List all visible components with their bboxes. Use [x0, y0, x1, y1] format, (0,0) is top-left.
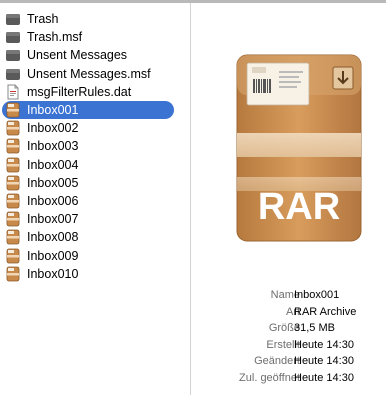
file-name: Inbox006 — [27, 194, 79, 208]
rar-archive-icon — [5, 102, 21, 118]
document-icon — [5, 84, 21, 100]
rar-archive-large-icon: RAR — [236, 54, 362, 242]
file-name: Inbox010 — [27, 266, 79, 281]
folder-icon — [5, 11, 21, 27]
rar-archive-icon — [5, 157, 21, 173]
file-name: Inbox003 — [27, 139, 79, 154]
info-value: Heute 14:30 — [294, 371, 354, 384]
file-name: Unsent Messages — [27, 48, 128, 63]
info-row: Geändert Heute 14:30 — [191, 355, 386, 371]
file-row[interactable]: Inbox007 — [0, 210, 176, 228]
folder-icon — [5, 29, 21, 45]
file-list-column[interactable]: Trash Trash.msf Unsent Messages Unsent Mess… — [0, 3, 190, 395]
rar-archive-icon — [5, 138, 21, 154]
file-row[interactable]: Inbox005 — [0, 174, 176, 192]
rar-archive-icon — [5, 248, 21, 264]
file-row[interactable]: Inbox002 — [0, 119, 176, 137]
folder-icon — [5, 66, 21, 82]
file-name: Trash.msf — [27, 30, 83, 45]
rar-label: RAR — [258, 186, 340, 228]
rar-archive-icon — [5, 266, 21, 282]
file-row[interactable]: Inbox003 — [0, 137, 176, 155]
file-name: msgFilterRules.dat — [27, 84, 132, 99]
file-name: Inbox007 — [27, 212, 79, 227]
file-row[interactable]: Inbox008 — [0, 228, 176, 246]
file-row[interactable]: Unsent Messages — [0, 46, 176, 64]
file-name: Inbox008 — [27, 230, 79, 245]
info-value: 31,5 MB — [294, 322, 335, 334]
file-name: Inbox002 — [27, 121, 79, 136]
rar-archive-icon — [5, 193, 21, 209]
info-value: Heute 14:30 — [294, 338, 354, 351]
rar-archive-icon — [5, 120, 21, 136]
folder-icon — [5, 47, 21, 63]
info-key: Zul. geöffnet — [239, 371, 300, 384]
info-value: Heute 14:30 — [294, 355, 354, 367]
file-name: Inbox001 — [27, 103, 79, 117]
file-row[interactable]: Inbox004 — [0, 156, 176, 174]
info-row: Zul. geöffnet Heute 14:30 — [191, 372, 386, 388]
info-row: Name Inbox001 — [191, 289, 386, 305]
info-value: Inbox001 — [294, 289, 340, 301]
file-name: Inbox009 — [27, 248, 79, 263]
info-row: Art RAR Archive — [191, 306, 386, 322]
file-row[interactable]: Unsent Messages.msf — [0, 65, 176, 83]
file-row[interactable]: msgFilterRules.dat — [0, 83, 176, 101]
file-row[interactable]: Inbox010 — [0, 265, 176, 283]
file-name: Inbox004 — [27, 157, 79, 172]
file-name: Unsent Messages.msf — [27, 66, 151, 81]
file-row[interactable]: Trash.msf — [0, 28, 176, 46]
file-row[interactable]: Inbox009 — [0, 247, 176, 265]
info-value: RAR Archive — [294, 305, 357, 318]
preview-pane: RAR Name Inbox001 Art RAR Archive Größe 31,5 … — [191, 3, 386, 395]
info-row: Größe 31,5 MB — [191, 322, 386, 338]
file-row[interactable]: Trash — [0, 10, 176, 28]
file-name: Inbox005 — [27, 175, 79, 190]
rar-archive-icon — [5, 175, 21, 191]
file-name: Trash — [27, 12, 59, 26]
rar-archive-icon — [5, 211, 21, 227]
info-row: Erstellt Heute 14:30 — [191, 339, 386, 355]
rar-archive-icon — [5, 229, 21, 245]
file-row[interactable]: Inbox001 — [2, 101, 174, 119]
file-row[interactable]: Inbox006 — [0, 192, 176, 210]
